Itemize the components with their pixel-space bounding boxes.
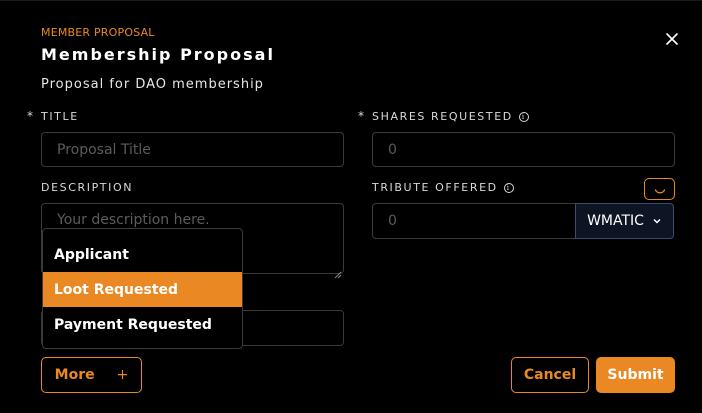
close-icon[interactable] [662,29,682,49]
more-button-label: More [54,367,95,383]
menu-item-applicant[interactable]: Applicant [43,237,242,272]
tribute-label: TRIBUTE OFFERED [372,181,498,194]
info-icon[interactable]: i [518,112,529,122]
menu-item-payment-requested[interactable]: Payment Requested [43,307,242,342]
menu-item-loot-requested[interactable]: Loot Requested [43,272,242,307]
modal-title: Membership Proposal [41,45,275,64]
token-select-label: WMATIC [587,213,644,229]
token-select[interactable]: WMATIC [575,203,674,239]
title-required-mark: * [27,109,33,123]
tribute-label-wrap: TRIBUTE OFFERED i [372,181,514,194]
title-label: TITLE [41,110,79,123]
chevron-down-icon [653,218,661,224]
resize-handle-icon[interactable] [334,264,342,279]
tribute-input[interactable] [388,213,575,229]
membership-proposal-modal: MEMBER PROPOSAL Membership Proposal Prop… [0,0,702,413]
info-icon[interactable]: i [503,183,514,193]
title-input[interactable] [57,141,343,158]
title-field[interactable] [41,132,344,167]
loading-spinner-button[interactable] [644,178,675,200]
description-label: DESCRIPTION [41,181,134,194]
shares-label-wrap: SHARES REQUESTED i [372,110,529,123]
modal-eyebrow: MEMBER PROPOSAL [41,26,155,39]
more-fields-menu: Applicant Loot Requested Payment Request… [42,228,243,349]
shares-label: SHARES REQUESTED [372,110,513,123]
submit-button[interactable]: Submit [596,357,675,393]
modal-subtitle: Proposal for DAO membership [41,77,264,92]
cancel-button[interactable]: Cancel [511,357,589,393]
shares-required-mark: * [358,109,364,123]
tribute-field[interactable] [372,203,576,239]
shares-field[interactable] [372,132,675,167]
more-button[interactable]: More + [41,357,142,393]
plus-icon: + [116,367,129,383]
shares-input[interactable] [388,141,674,158]
